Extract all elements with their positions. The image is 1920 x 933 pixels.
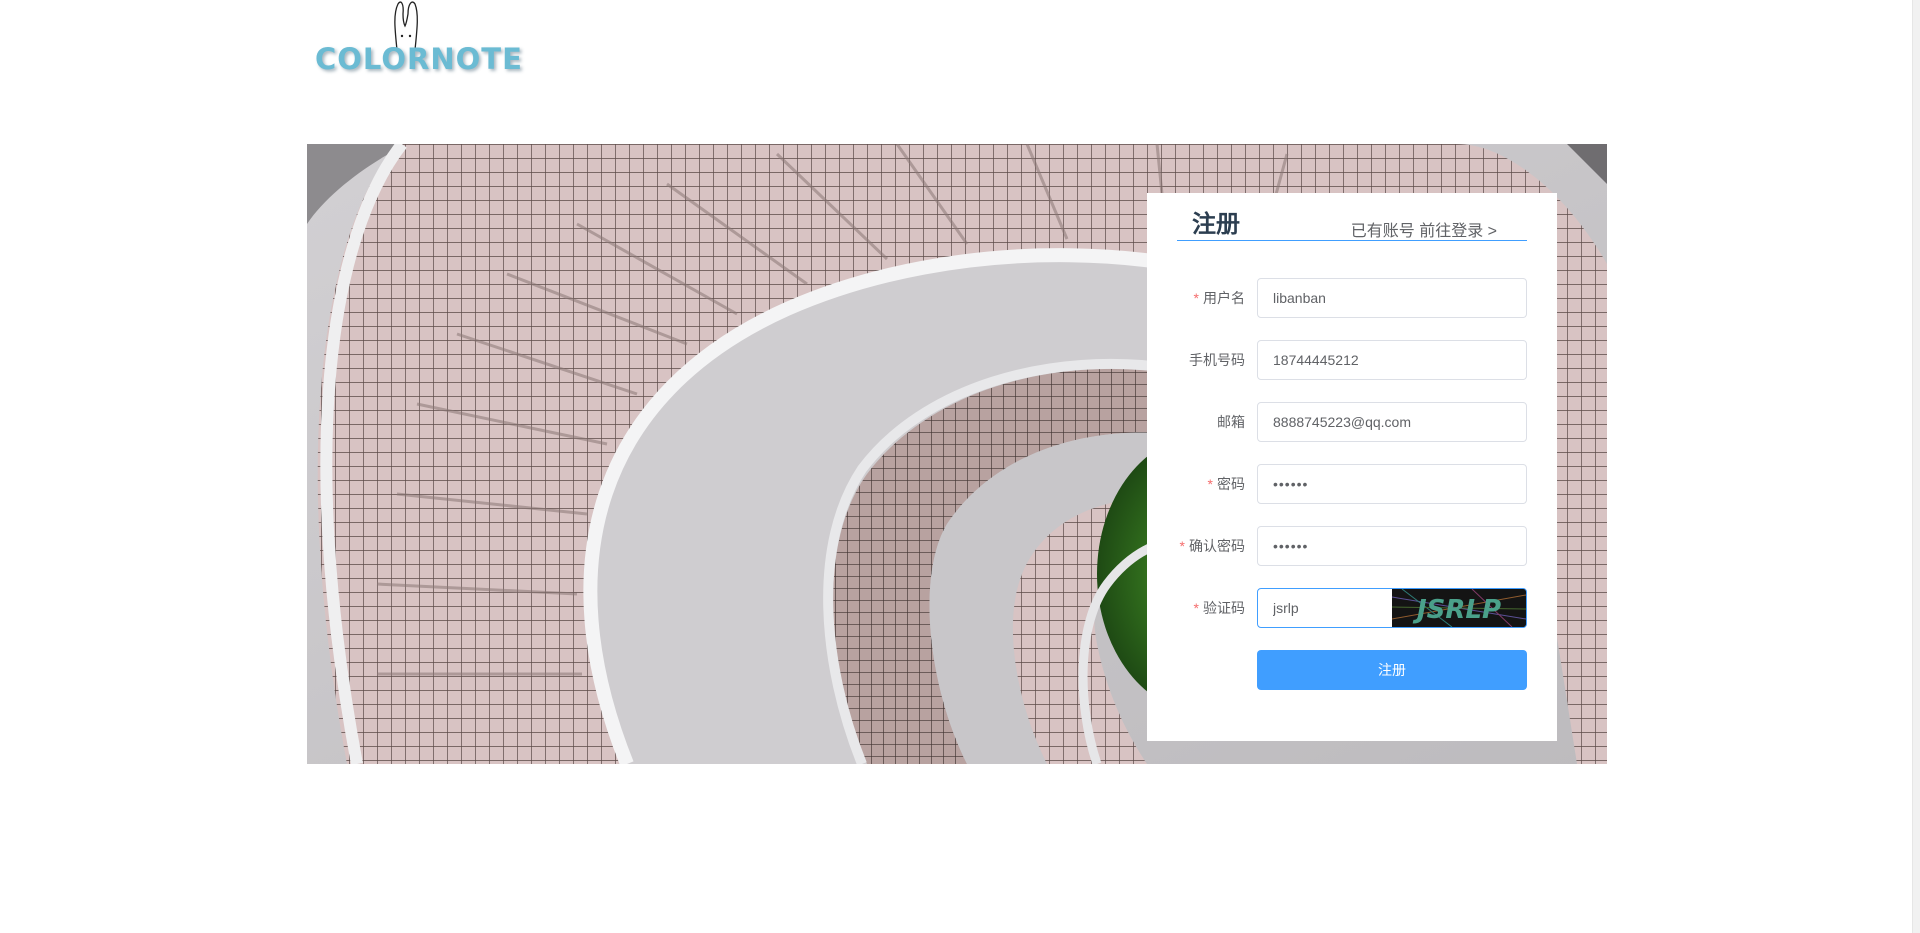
confirm-password-input[interactable] [1257,526,1527,566]
captcha-image[interactable]: JSRLP [1391,589,1526,627]
logo-text: COLORNOTE [315,42,523,76]
captcha-field: JSRLP [1257,588,1527,628]
register-submit-button[interactable]: 注册 [1257,650,1527,690]
password-row: * 密码 [1147,464,1557,504]
register-card: 注册 已有账号 前往登录 > *用户名 手机号码 邮箱 *密码 *确认密码 *验… [1147,193,1557,741]
required-mark: * [1179,538,1185,554]
password-label: * 密码 [1207,476,1245,492]
confirm-password-row: * 确认密码 [1147,526,1557,566]
captcha-row: * 验证码 JSRLP [1147,588,1557,628]
captcha-text: JSRLP [1412,595,1501,625]
captcha-input[interactable] [1258,589,1392,627]
register-title: 注册 [1192,211,1240,238]
phone-input[interactable] [1257,340,1527,380]
password-input[interactable] [1257,464,1527,504]
confirm-password-label: * 确认密码 [1179,538,1245,554]
captcha-noise-icon: JSRLP [1391,589,1526,627]
username-input[interactable] [1257,278,1527,318]
email-row: 邮箱 [1147,402,1557,442]
required-mark: * [1207,476,1213,492]
phone-label: 手机号码 [1189,352,1245,368]
page-scrollbar[interactable] [1912,0,1920,933]
site-logo[interactable]: COLORNOTE [313,0,522,80]
username-label: * 用户名 [1193,290,1245,306]
email-input[interactable] [1257,402,1527,442]
register-header: 注册 已有账号 前往登录 > [1177,211,1527,241]
required-mark: * [1193,290,1199,306]
go-login-link[interactable]: 已有账号 前往登录 > [1351,217,1497,241]
required-mark: * [1193,600,1199,616]
username-row: * 用户名 [1147,278,1557,318]
captcha-label: * 验证码 [1193,600,1245,616]
submit-row: 注册 [1147,650,1557,690]
email-label: 邮箱 [1217,414,1245,430]
phone-row: 手机号码 [1147,340,1557,380]
